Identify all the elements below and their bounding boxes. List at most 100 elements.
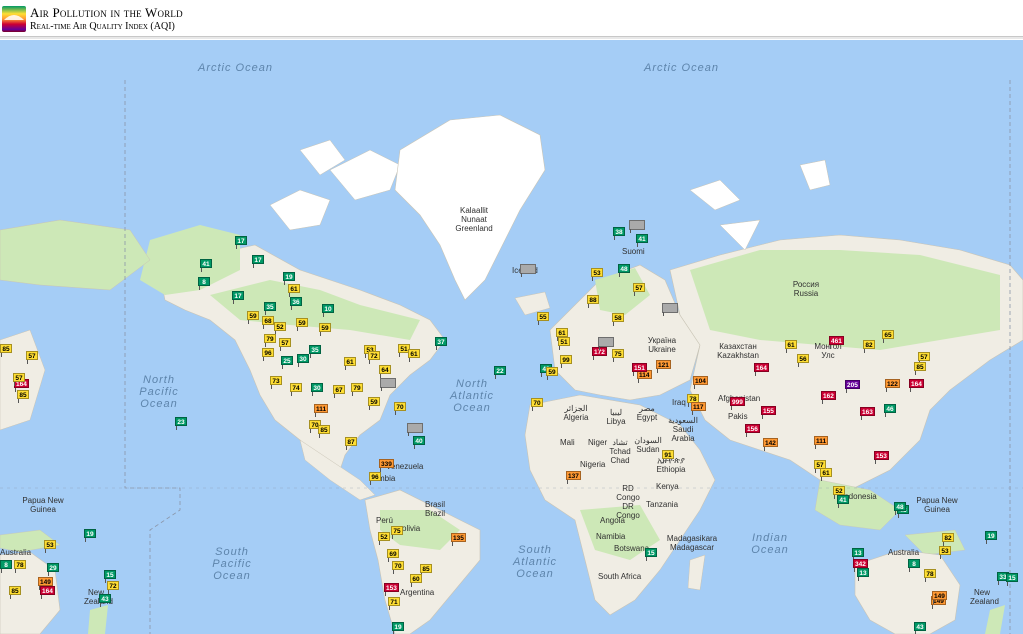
aqi-marker[interactable]: 85	[0, 344, 12, 357]
aqi-marker[interactable]: 17	[235, 236, 247, 249]
aqi-marker[interactable]: 61	[785, 340, 797, 353]
aqi-marker[interactable]: 8	[198, 277, 210, 290]
aqi-marker[interactable]: 35	[309, 345, 321, 358]
world-map[interactable]: Arctic Ocean Arctic Ocean North Pacific …	[0, 40, 1023, 634]
aqi-marker[interactable]: 10	[322, 304, 334, 317]
aqi-marker-no-data[interactable]	[380, 378, 396, 391]
aqi-marker[interactable]: 71	[388, 597, 400, 610]
aqi-marker[interactable]: 57	[13, 373, 25, 386]
aqi-marker[interactable]: 999	[730, 397, 745, 410]
aqi-marker[interactable]: 61	[344, 357, 356, 370]
aqi-marker[interactable]: 61	[820, 468, 832, 481]
aqi-marker[interactable]: 13	[852, 548, 864, 561]
aqi-marker-no-data[interactable]	[662, 303, 678, 316]
aqi-marker[interactable]: 17	[252, 255, 264, 268]
aqi-marker[interactable]: 41	[837, 495, 849, 508]
aqi-marker[interactable]: 164	[40, 586, 55, 599]
aqi-marker[interactable]: 342	[853, 559, 868, 572]
aqi-marker[interactable]: 151	[632, 363, 647, 376]
aqi-marker[interactable]: 96	[369, 472, 381, 485]
aqi-marker[interactable]: 78	[924, 569, 936, 582]
aqi-marker[interactable]: 79	[264, 334, 276, 347]
aqi-marker[interactable]: 41	[200, 259, 212, 272]
aqi-marker[interactable]: 30	[297, 354, 309, 367]
aqi-marker[interactable]: 43	[914, 622, 926, 634]
aqi-marker[interactable]: 22	[494, 366, 506, 379]
aqi-marker[interactable]: 57	[633, 283, 645, 296]
aqi-marker[interactable]: 85	[914, 362, 926, 375]
aqi-marker[interactable]: 339	[379, 459, 394, 472]
aqi-marker[interactable]: 87	[345, 437, 357, 450]
aqi-marker[interactable]: 52	[274, 322, 286, 335]
aqi-marker[interactable]: 155	[761, 406, 776, 419]
aqi-marker[interactable]: 17	[232, 291, 244, 304]
aqi-marker[interactable]: 142	[763, 438, 778, 451]
aqi-marker[interactable]: 69	[387, 549, 399, 562]
aqi-marker[interactable]: 19	[283, 272, 295, 285]
aqi-marker[interactable]: 37	[435, 337, 447, 350]
aqi-marker[interactable]: 135	[451, 533, 466, 546]
aqi-marker[interactable]: 59	[247, 311, 259, 324]
aqi-marker[interactable]: 53	[591, 268, 603, 281]
aqi-marker[interactable]: 59	[546, 367, 558, 380]
aqi-marker[interactable]: 461	[829, 336, 844, 349]
aqi-marker[interactable]: 8	[0, 560, 12, 573]
aqi-marker[interactable]: 61	[288, 284, 300, 297]
aqi-marker[interactable]: 163	[860, 407, 875, 420]
aqi-marker[interactable]: 57	[26, 351, 38, 364]
aqi-marker[interactable]: 25	[281, 356, 293, 369]
aqi-marker-no-data[interactable]	[629, 220, 645, 233]
aqi-marker[interactable]: 72	[368, 351, 380, 364]
aqi-marker[interactable]: 85	[9, 586, 21, 599]
aqi-marker[interactable]: 15	[645, 548, 657, 561]
aqi-marker[interactable]: 40	[413, 436, 425, 449]
aqi-marker[interactable]: 15	[1006, 573, 1018, 586]
aqi-marker[interactable]: 88	[587, 295, 599, 308]
aqi-marker[interactable]: 149	[38, 577, 53, 590]
aqi-marker[interactable]: 56	[797, 354, 809, 367]
aqi-marker[interactable]: 153	[874, 451, 889, 464]
aqi-marker[interactable]: 122	[885, 379, 900, 392]
aqi-marker[interactable]: 153	[384, 583, 399, 596]
aqi-marker[interactable]: 60	[410, 574, 422, 587]
aqi-marker[interactable]: 82	[942, 533, 954, 546]
aqi-marker[interactable]: 59	[368, 397, 380, 410]
aqi-marker-no-data[interactable]	[598, 337, 614, 350]
aqi-marker[interactable]: 46	[884, 404, 896, 417]
aqi-marker[interactable]: 78	[14, 560, 26, 573]
aqi-marker[interactable]: 52	[833, 486, 845, 499]
aqi-marker[interactable]: 205	[845, 380, 860, 393]
aqi-marker[interactable]: 59	[319, 323, 331, 336]
aqi-marker[interactable]: 8	[908, 559, 920, 572]
aqi-marker-no-data[interactable]	[520, 264, 536, 277]
aqi-marker[interactable]: 35	[264, 302, 276, 315]
aqi-marker[interactable]: 29	[47, 563, 59, 576]
aqi-marker-no-data[interactable]	[407, 423, 423, 436]
aqi-marker[interactable]: 149	[932, 591, 947, 604]
aqi-marker[interactable]: 57	[918, 352, 930, 365]
aqi-marker[interactable]: 121	[656, 360, 671, 373]
aqi-marker[interactable]: 57	[279, 338, 291, 351]
aqi-marker[interactable]: 58	[612, 313, 624, 326]
aqi-marker[interactable]: 30	[311, 383, 323, 396]
aqi-marker[interactable]: 164	[909, 379, 924, 392]
aqi-marker[interactable]: 55	[537, 312, 549, 325]
aqi-marker[interactable]: 19	[84, 529, 96, 542]
aqi-marker[interactable]: 53	[44, 540, 56, 553]
aqi-marker[interactable]: 36	[290, 297, 302, 310]
aqi-marker[interactable]: 91	[662, 450, 674, 463]
aqi-marker[interactable]: 70	[394, 402, 406, 415]
aqi-marker[interactable]: 13	[857, 568, 869, 581]
aqi-marker[interactable]: 99	[560, 355, 572, 368]
aqi-marker[interactable]: 85	[17, 390, 29, 403]
aqi-marker[interactable]: 23	[175, 417, 187, 430]
aqi-marker[interactable]: 70	[392, 561, 404, 574]
aqi-marker[interactable]: 74	[290, 383, 302, 396]
aqi-marker[interactable]: 61	[556, 328, 568, 341]
aqi-marker[interactable]: 137	[566, 471, 581, 484]
aqi-marker[interactable]: 111	[314, 404, 329, 417]
aqi-marker[interactable]: 43	[99, 594, 111, 607]
aqi-marker[interactable]: 68	[262, 316, 274, 329]
aqi-marker[interactable]: 73	[270, 376, 282, 389]
aqi-marker[interactable]: 82	[863, 340, 875, 353]
